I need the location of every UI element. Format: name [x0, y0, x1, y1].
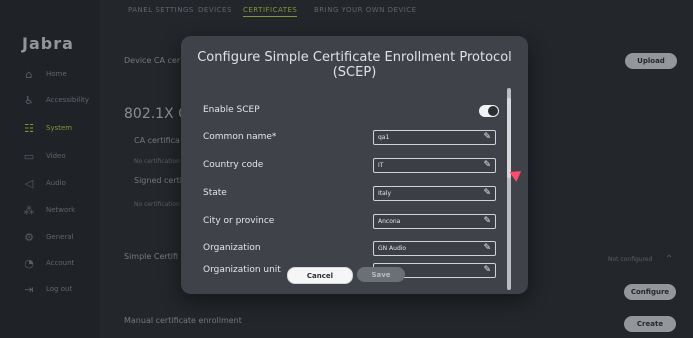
organization-input[interactable] — [378, 245, 478, 252]
save-button[interactable]: Save — [357, 267, 405, 282]
edit-pencil-icon[interactable]: ✎ — [483, 132, 491, 142]
modal-title: Configure Simple Certificate Enrollment … — [197, 50, 512, 80]
edit-pencil-icon[interactable]: ✎ — [483, 188, 491, 198]
edit-pencil-icon[interactable]: ✎ — [483, 160, 491, 170]
common-name-label: Common name* — [203, 132, 277, 142]
scroll-thumb[interactable] — [507, 98, 511, 178]
edit-pencil-icon[interactable]: ✎ — [483, 265, 491, 275]
common-name-field[interactable]: ✎ — [373, 130, 496, 145]
country-code-input[interactable] — [378, 162, 478, 169]
state-input[interactable] — [378, 190, 478, 197]
cancel-button[interactable]: Cancel — [287, 267, 353, 284]
country-code-field[interactable]: ✎ — [373, 158, 496, 173]
state-label: State — [203, 188, 227, 198]
city-province-field[interactable]: ✎ — [373, 214, 496, 229]
city-province-label: City or province — [203, 216, 275, 226]
modal-scrollbar[interactable] — [507, 88, 511, 290]
common-name-input[interactable] — [378, 134, 478, 141]
organization-label: Organization — [203, 243, 261, 253]
city-province-input[interactable] — [378, 218, 478, 225]
scep-modal: Configure Simple Certificate Enrollment … — [181, 36, 528, 294]
organization-unit-label: Organization unit — [203, 265, 281, 275]
toggle-knob — [488, 106, 498, 116]
edit-pencil-icon[interactable]: ✎ — [483, 243, 491, 253]
edit-pencil-icon[interactable]: ✎ — [483, 216, 491, 226]
state-field[interactable]: ✎ — [373, 186, 496, 201]
country-code-label: Country code — [203, 160, 264, 170]
organization-field[interactable]: ✎ — [373, 241, 496, 256]
enable-scep-toggle[interactable] — [479, 105, 499, 117]
enable-scep-label: Enable SCEP — [203, 105, 260, 115]
